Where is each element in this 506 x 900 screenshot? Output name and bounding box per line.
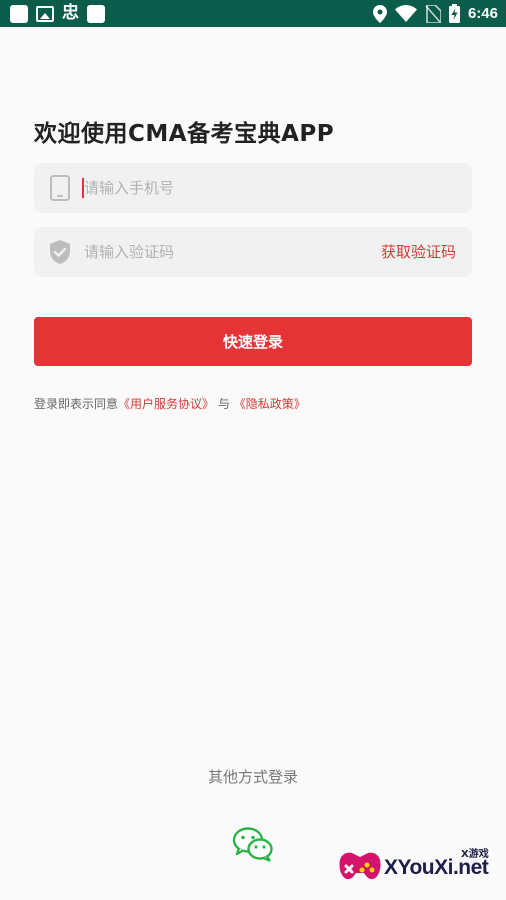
bug-icon: 忠 (62, 3, 79, 23)
app-square-icon (87, 4, 105, 23)
quick-login-button[interactable]: 快速登录 (34, 317, 472, 366)
verification-code-input[interactable] (84, 227, 364, 277)
status-bar-notifications: 忠 (10, 4, 105, 23)
gamepad-logo-icon (339, 852, 381, 880)
status-bar-system: 6:46 (372, 3, 498, 24)
agreement-joiner: 与 (217, 397, 230, 411)
user-agreement-link[interactable]: 《用户服务协议》 (118, 397, 214, 411)
agreement-prefix: 登录即表示同意 (34, 397, 119, 411)
shield-check-icon (50, 240, 70, 264)
image-icon (36, 5, 54, 22)
agreement-text: 登录即表示同意《用户服务协议》 与 《隐私政策》 (34, 395, 306, 412)
watermark-text: XYouXi.net (384, 856, 489, 879)
watermark: X游戏 XYouXi.net (334, 842, 500, 896)
app-square-icon (10, 4, 28, 23)
status-time: 6:46 (467, 5, 498, 22)
page-title: 欢迎使用CMA备考宝典APP (34, 121, 335, 147)
battery-charging-icon (448, 4, 460, 23)
wifi-icon (394, 5, 417, 22)
phone-input[interactable] (84, 163, 364, 213)
privacy-policy-link[interactable]: 《隐私政策》 (234, 397, 306, 411)
no-sim-icon (425, 4, 441, 23)
other-login-label: 其他方式登录 (207, 768, 298, 786)
verification-code-field[interactable]: 获取验证码 (34, 227, 472, 277)
get-code-button[interactable]: 获取验证码 (381, 227, 456, 277)
location-icon (372, 4, 387, 23)
phone-field[interactable] (34, 163, 472, 213)
phone-icon (50, 175, 70, 201)
status-bar: 忠 6:46 (0, 0, 506, 27)
login-screen: 忠 6:46 欢迎使用CMA备考宝典APP 请输入手机号 请输入验证码 获取验证… (0, 0, 506, 900)
wechat-icon[interactable] (232, 826, 274, 862)
